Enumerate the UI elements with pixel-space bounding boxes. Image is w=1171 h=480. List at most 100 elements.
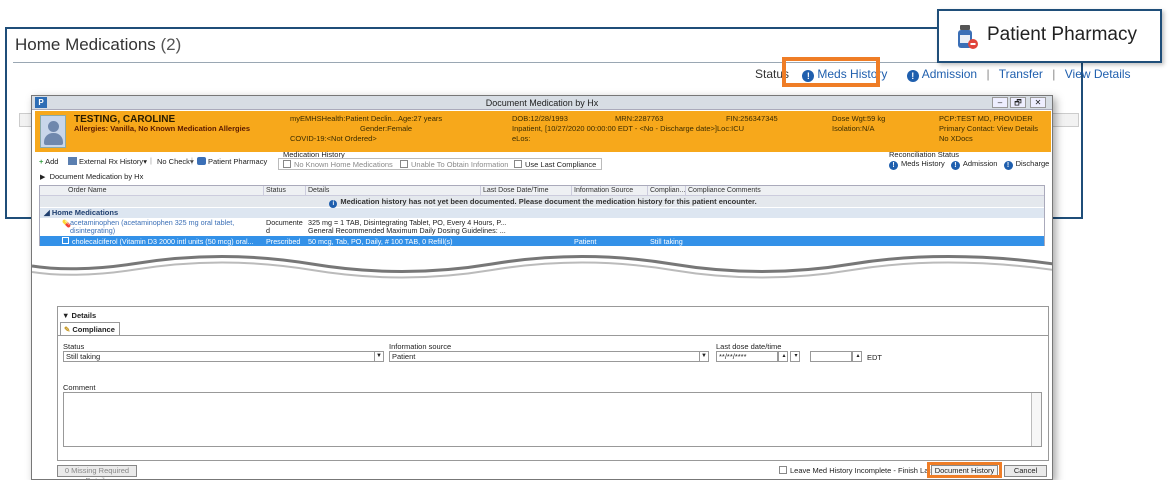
order-name-cont: disintegrating) xyxy=(70,226,116,235)
info-source: Patient xyxy=(574,237,597,246)
leave-incomplete-label: Leave Med History Incomplete - Finish La… xyxy=(790,466,938,475)
no-known-home-meds-checkbox[interactable]: No Known Home Medications xyxy=(283,160,393,169)
dob: DOB:12/28/1993 xyxy=(512,114,568,123)
scrollbar[interactable] xyxy=(1031,393,1041,446)
no-check-label: No Check xyxy=(157,157,190,166)
details-header-label: Details xyxy=(71,311,97,320)
view-details-link[interactable]: View Details xyxy=(1065,67,1131,81)
expand-arrow-icon: ▶ xyxy=(40,174,46,181)
close-button[interactable]: ✕ xyxy=(1030,97,1046,108)
add-label: Add xyxy=(45,157,59,166)
mrn: MRN:2287763 xyxy=(615,114,664,123)
no-known-label: No Known Home Medications xyxy=(294,160,393,169)
details-cont: General Recommended Maximum Daily Dosing… xyxy=(308,226,506,235)
document-medication-dialog: P Document Medication by Hx – 🗗 ✕ TESTIN… xyxy=(31,95,1053,480)
info-source-value: Patient xyxy=(392,352,416,361)
reconciliation-status-label: Reconciliation Status xyxy=(889,150,960,159)
last-dose-time-field[interactable] xyxy=(810,351,852,362)
details-header[interactable]: ▼ Details xyxy=(62,311,96,320)
plus-icon: + xyxy=(39,157,44,166)
col-sep xyxy=(480,186,481,196)
unable-to-obtain-checkbox[interactable]: Unable To Obtain Information xyxy=(400,160,508,169)
leave-incomplete-checkbox[interactable]: Leave Med History Incomplete - Finish La… xyxy=(779,466,937,475)
recon-meds-history[interactable]: Meds History xyxy=(901,159,945,168)
group-home-medications[interactable]: ◢ Home Medications xyxy=(40,208,1044,218)
breadcrumb[interactable]: ▶ Document Medication by Hx xyxy=(40,172,143,181)
add-button[interactable]: + Add xyxy=(39,157,58,166)
separator: | xyxy=(1052,67,1056,81)
status-label: Status xyxy=(63,342,85,351)
status-value: Still taking xyxy=(66,352,101,361)
grid-header: Order Name Status Details Last Dose Date… xyxy=(40,186,1044,196)
torn-edge-divider xyxy=(32,246,1052,279)
checkbox-icon xyxy=(283,160,291,168)
restore-button[interactable]: 🗗 xyxy=(1010,97,1026,108)
patient-banner: TESTING, CAROLINE Allergies: Vanilla, No… xyxy=(35,111,1051,152)
titlebar: P Document Medication by Hx – 🗗 ✕ xyxy=(32,96,1052,110)
col-sep xyxy=(571,186,572,196)
use-last-compliance-checkbox[interactable]: Use Last Compliance xyxy=(514,160,596,169)
isolation: Isolation:N/A xyxy=(832,124,875,133)
unable-label: Unable To Obtain Information xyxy=(411,160,509,169)
timezone: EDT xyxy=(867,353,882,362)
xdocs: No XDocs xyxy=(939,134,973,143)
recon-discharge[interactable]: Discharge xyxy=(1016,159,1050,168)
allergies: Allergies: Vanilla, No Known Medication … xyxy=(74,124,251,133)
status-select[interactable]: Still taking ▼ xyxy=(63,351,384,362)
no-check-button[interactable]: No Check▾ xyxy=(157,157,194,166)
compliance-icon: ✎ xyxy=(64,325,71,334)
tab-underline xyxy=(58,335,1048,336)
notice-text: Medication history has not yet been docu… xyxy=(340,197,757,206)
col-sep xyxy=(305,186,306,196)
panel-count: (2) xyxy=(160,35,182,54)
dose-weight: Dose Wgt:59 kg xyxy=(832,114,886,123)
date-dropdown[interactable]: ▾ xyxy=(790,351,800,362)
external-rx-label: External Rx History xyxy=(79,157,144,166)
last-dose-date-field[interactable]: **/**/**** xyxy=(716,351,778,362)
document-history-highlight xyxy=(927,462,1002,478)
col-order-name[interactable]: Order Name xyxy=(68,187,107,194)
admission-link[interactable]: ! Admission xyxy=(906,67,977,82)
patient-pharmacy-callout: Patient Pharmacy xyxy=(937,9,1162,63)
collapse-icon: ◢ xyxy=(44,208,50,217)
primary-contact-link[interactable]: Primary Contact: View Details xyxy=(939,124,1038,133)
transfer-link[interactable]: Transfer xyxy=(999,67,1043,81)
date-spinner[interactable]: ▴ xyxy=(778,351,788,362)
info-source-label: Information source xyxy=(389,342,452,351)
cancel-button[interactable]: Cancel xyxy=(1004,465,1047,477)
callout-label: Patient Pharmacy xyxy=(987,24,1137,45)
group-label: Home Medications xyxy=(51,208,119,217)
minimize-button[interactable]: – xyxy=(992,97,1008,108)
col-details[interactable]: Details xyxy=(308,187,329,194)
patient-pharmacy-button[interactable]: Patient Pharmacy xyxy=(197,157,267,166)
col-compliance[interactable]: Complian... xyxy=(650,187,685,194)
tab-compliance[interactable]: ✎ Compliance xyxy=(60,322,120,335)
notice-bar: i Medication history has not yet been doc… xyxy=(40,196,1044,208)
patient-avatar xyxy=(40,115,66,148)
table-row[interactable]: 💊 acetaminophen (acetaminophen 325 mg or… xyxy=(40,218,1044,236)
col-last-dose[interactable]: Last Dose Date/Time xyxy=(483,187,549,194)
pharmacy-bottle-icon xyxy=(958,25,978,49)
col-info-source[interactable]: Information Source xyxy=(574,187,633,194)
toolbar-separator: | xyxy=(150,156,152,165)
compliance-comments: Still taking xyxy=(650,237,683,246)
pcp: PCP:TEST MD, PROVIDER xyxy=(939,114,1033,123)
panel-title: Home Medications (2) xyxy=(15,35,181,55)
covid-status: COVID-19:<Not Ordered> xyxy=(290,134,377,143)
avatar-head xyxy=(48,121,59,132)
comment-textarea[interactable] xyxy=(63,392,1042,447)
pharmacy-bottle-icon xyxy=(197,157,206,165)
time-spinner[interactable]: ▴ xyxy=(852,351,862,362)
table-row-selected[interactable]: cholecalciferol (Vitamin D3 2000 intl un… xyxy=(40,236,1044,246)
recon-admission[interactable]: Admission xyxy=(963,159,998,168)
meds-history-highlight xyxy=(782,57,880,87)
col-sep xyxy=(647,186,648,196)
status: Prescribed xyxy=(266,237,301,246)
missing-details-button[interactable]: 0 Missing Required Details xyxy=(57,465,137,479)
info-source-select[interactable]: Patient ▼ xyxy=(389,351,709,362)
external-rx-history-button[interactable]: External Rx History▾ xyxy=(68,157,147,166)
col-status[interactable]: Status xyxy=(266,187,286,194)
collapse-icon: ▼ xyxy=(62,311,70,320)
gender: Gender:Female xyxy=(360,124,413,133)
col-compliance-comments[interactable]: Compliance Comments xyxy=(688,187,761,194)
